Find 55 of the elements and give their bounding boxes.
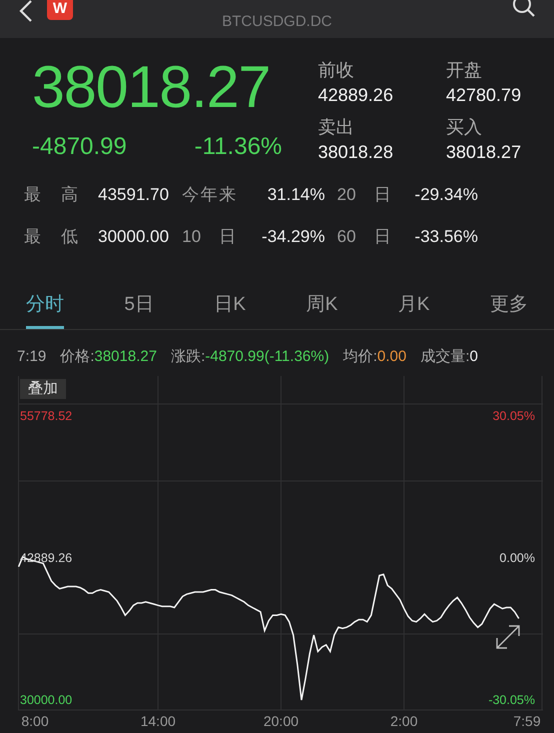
stat-value: 43591.70 <box>97 184 170 206</box>
symbol-code: BTCUSDGD.DC <box>220 12 333 32</box>
search-icon[interactable] <box>512 0 536 18</box>
time-axis-label: 8:00 <box>21 713 49 730</box>
stat-value: -34.29% <box>260 226 326 248</box>
chart-tab[interactable]: 日K <box>214 290 246 329</box>
stat-value: 31.14% <box>266 184 326 206</box>
time-axis-label: 7:59 <box>513 713 541 730</box>
expand-icon[interactable] <box>495 624 521 650</box>
field-value: 42780.79 <box>446 84 522 107</box>
info-value: -4870.99(-11.36%) <box>205 348 330 365</box>
last-price: 38018.27 <box>32 58 272 117</box>
time-label: 7:19 <box>17 347 46 367</box>
stat-value: -33.56% <box>414 226 479 248</box>
field-value: 38018.28 <box>318 141 394 164</box>
field-label: 前收 <box>318 59 355 82</box>
percent-axis-label: 30.05% <box>492 408 535 424</box>
stat-label: 最 低 <box>24 226 79 248</box>
stat-label: 10 日 <box>182 226 237 248</box>
stat-value: -29.34% <box>414 184 479 206</box>
field-value: 42889.26 <box>318 84 394 107</box>
info-label: 涨跌: <box>170 348 206 365</box>
percent-axis-label: 0.00% <box>500 550 535 566</box>
info-value: 0 <box>470 348 478 365</box>
stat-value: 30000.00 <box>97 226 170 248</box>
info-label: 均价: <box>343 348 378 365</box>
field-label: 开盘 <box>446 59 483 82</box>
time-axis-label: 14:00 <box>140 713 176 730</box>
chart-tab[interactable]: 周K <box>306 290 338 329</box>
info-label: 成交量: <box>420 348 470 365</box>
info-value: 38018.27 <box>94 348 157 365</box>
price-axis-label: 55778.52 <box>20 408 72 424</box>
overlay-button[interactable]: 叠加 <box>20 379 66 399</box>
back-icon[interactable] <box>18 0 34 22</box>
app-logo: W <box>47 0 73 20</box>
time-axis-label: 2:00 <box>390 713 418 730</box>
field-value: 38018.27 <box>446 141 522 164</box>
time-axis-label: 20:00 <box>263 713 299 730</box>
price-axis-label: 42889.26 <box>20 550 72 566</box>
stat-label: 今年来 <box>182 184 237 206</box>
info-label: 价格: <box>60 348 94 365</box>
field-label: 买入 <box>446 116 483 139</box>
chart-tab[interactable]: 月K <box>398 290 430 329</box>
stat-label: 20 日 <box>337 184 392 206</box>
price-change: -4870.99 <box>32 132 127 162</box>
stat-label: 60 日 <box>337 226 392 248</box>
stat-label: 最 高 <box>24 184 79 206</box>
chart-tab[interactable]: 更多 <box>490 290 528 329</box>
price-axis-label: 30000.00 <box>20 692 72 708</box>
chart-tab[interactable]: 分时 <box>26 290 64 329</box>
percent-axis-label: -30.05% <box>488 692 535 708</box>
percent-change: -11.36% <box>194 132 282 162</box>
field-label: 卖出 <box>318 116 355 139</box>
chart-tab[interactable]: 5日 <box>124 290 154 329</box>
info-value: 0.00 <box>377 348 406 365</box>
